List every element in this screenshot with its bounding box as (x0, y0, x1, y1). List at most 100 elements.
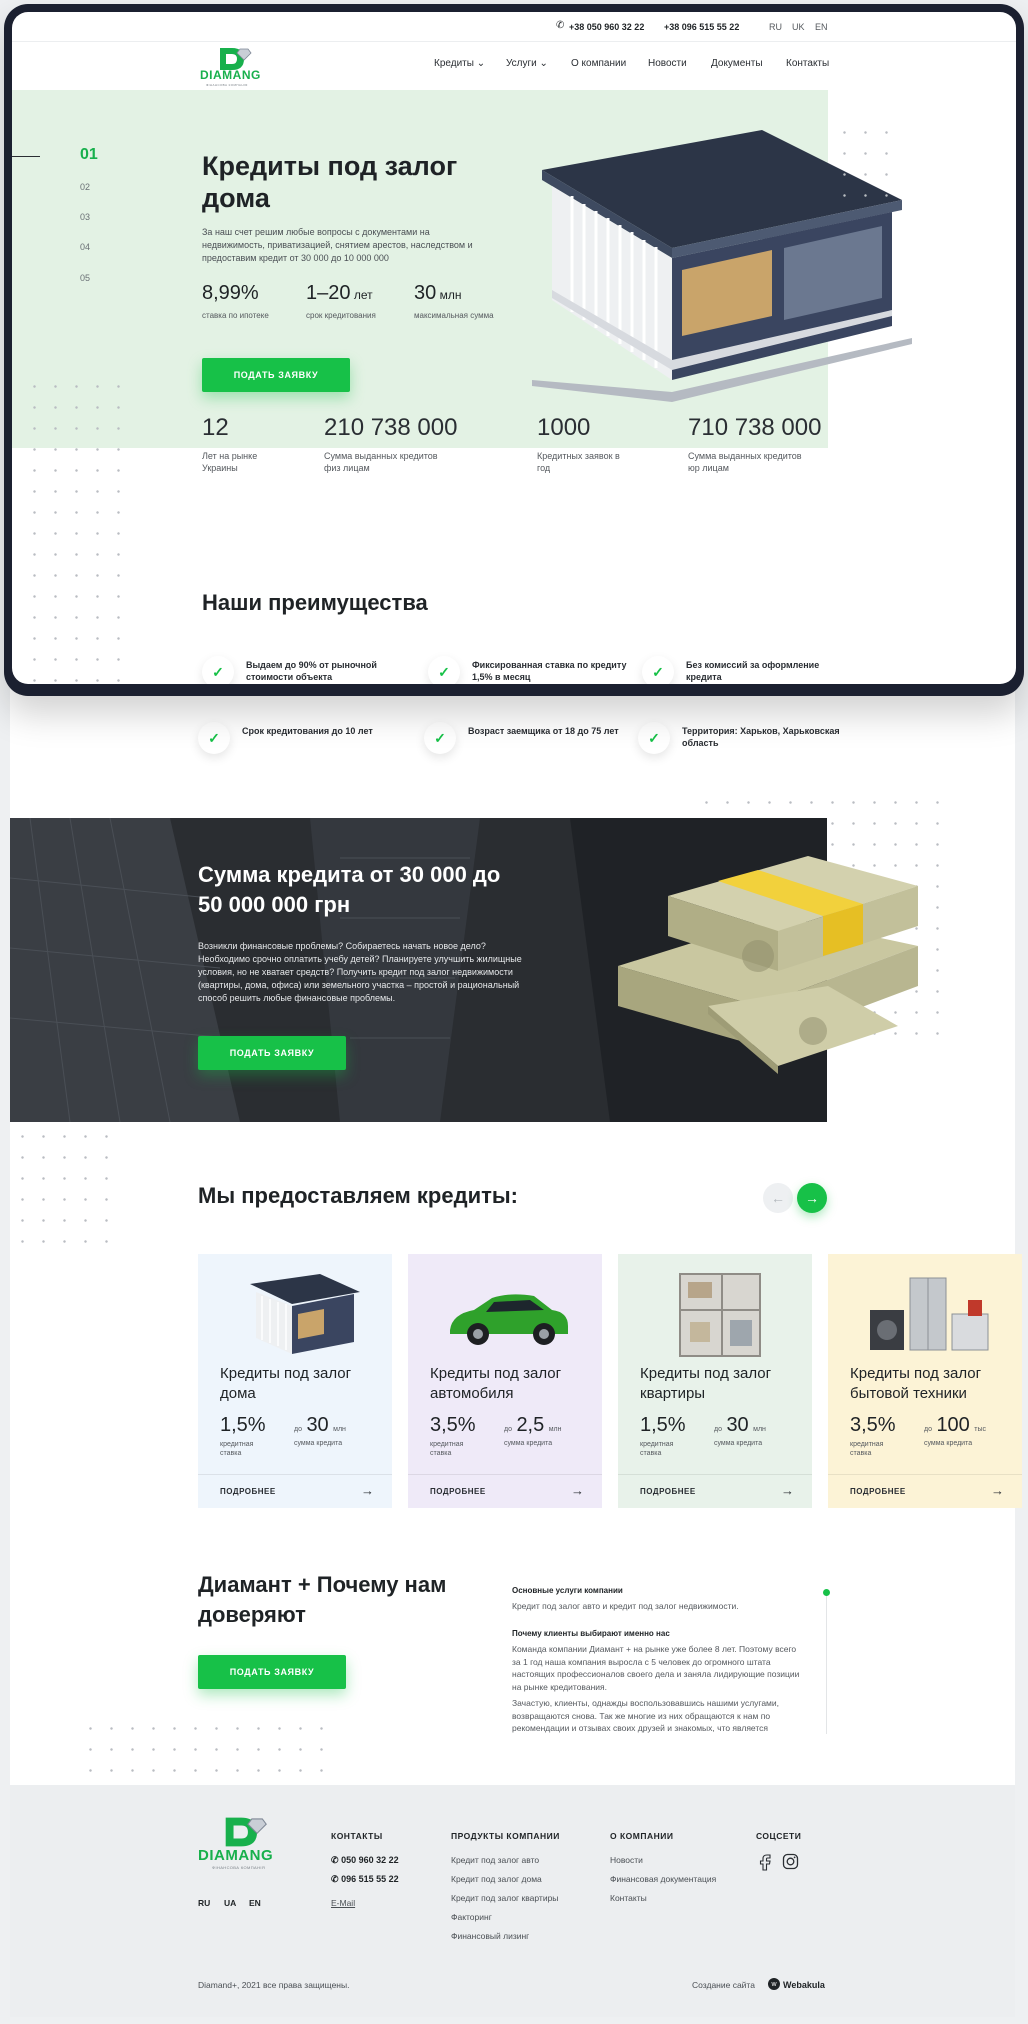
footer-product-link[interactable]: Кредит под залог дома (451, 1874, 542, 1884)
card-title: Кредиты под залог дома (220, 1365, 352, 1402)
card-more-link[interactable]: ПОДРОБНЕЕ → (618, 1474, 812, 1508)
nav-credits[interactable]: Кредиты ⌄ (434, 58, 485, 69)
slide-01[interactable]: 01 (80, 146, 98, 164)
slide-03[interactable]: 03 (80, 212, 90, 222)
footer-about-link[interactable]: Новости (610, 1855, 643, 1865)
slide-02[interactable]: 02 (80, 182, 90, 192)
logo-sub: ФІНАНСОВА КОМПАНІЯ (206, 83, 248, 87)
product-card-appliances[interactable]: Кредиты под залог бытовой техники 3,5% к… (828, 1254, 1022, 1508)
arrow-right-icon: → (991, 1483, 1004, 1498)
arrow-right-icon: → (781, 1483, 794, 1498)
card-title: Кредиты под залог квартиры (640, 1365, 772, 1402)
scroll-track[interactable] (826, 1592, 827, 1734)
phone-icon: ✆ (331, 1874, 339, 1884)
lang-uk[interactable]: UK (792, 22, 805, 32)
stat-individuals: 210 738 000 Сумма выданных кредитов физ … (324, 414, 457, 474)
prev-arrow-button[interactable]: ← (763, 1183, 793, 1213)
chevron-down-icon: ⌄ (476, 58, 486, 69)
hero-stat-rate: 8,99% ставка по ипотеке (202, 282, 269, 320)
phone-icon: ✆ (331, 1855, 339, 1865)
lang-ru[interactable]: RU (769, 22, 782, 32)
hero-stat-sum-value: 30 (414, 282, 437, 304)
stat-individuals-label: Сумма выданных кредитов физ лицам (324, 451, 438, 473)
hero-stat-term-value: 1–20 (306, 282, 351, 304)
product-card-house[interactable]: Кредиты под залог дома 1,5% кредитная ст… (198, 1254, 392, 1508)
nav-about[interactable]: О компании (571, 58, 626, 69)
nav-credits-label: Кредиты (434, 58, 474, 69)
lang-en[interactable]: EN (815, 22, 828, 32)
card-more-link[interactable]: ПОДРОБНЕЕ → (828, 1474, 1022, 1508)
card-sum-unit: тыс (974, 1426, 987, 1433)
stat-individuals-value: 210 738 000 (324, 414, 458, 441)
footer-product-link[interactable]: Кредит под залог квартиры (451, 1893, 558, 1903)
scroll-thumb[interactable] (823, 1589, 830, 1596)
card-more-link[interactable]: ПОДРОБНЕЕ → (198, 1474, 392, 1508)
logo[interactable]: DIAMANG ФІНАНСОВА КОМПАНІЯ (200, 46, 280, 87)
diamond-logo-icon (225, 1817, 267, 1847)
footer-phone-1[interactable]: ✆ 050 960 32 22 (331, 1855, 399, 1866)
advantage-text: Срок кредитования до 10 лет (242, 726, 373, 736)
footer-phone-2[interactable]: ✆ 096 515 55 22 (331, 1874, 399, 1885)
header: DIAMANG ФІНАНСОВА КОМПАНІЯ Кредиты ⌄ Усл… (12, 42, 1016, 90)
footer-phone-1-number: 050 960 32 22 (341, 1855, 399, 1865)
arrow-left-icon: ← (771, 1190, 785, 1206)
card-more-label: ПОДРОБНЕЕ (430, 1487, 486, 1496)
top-phone-1[interactable]: +38 050 960 32 22 (569, 22, 644, 32)
product-card-car[interactable]: Кредиты под залог автомобиля 3,5% кредит… (408, 1254, 602, 1508)
footer-about-link[interactable]: Контакты (610, 1893, 647, 1903)
next-arrow-button[interactable]: → (797, 1183, 827, 1213)
instagram-icon[interactable] (782, 1853, 799, 1870)
about-heading-services: Основные услуги компании (512, 1586, 623, 1595)
facebook-icon[interactable] (758, 1853, 772, 1871)
product-card-apartment[interactable]: Кредиты под залог квартиры 1,5% кредитна… (618, 1254, 812, 1508)
stat-requests-value: 1000 (537, 414, 591, 441)
footer-product-link[interactable]: Финансовый лизинг (451, 1931, 529, 1941)
hero-stat-term-label: срок кредитования (306, 311, 376, 320)
footer-lang-ua[interactable]: UA (224, 1898, 236, 1908)
footer-lang-ru[interactable]: RU (198, 1898, 210, 1908)
apply-button-about[interactable]: ПОДАТЬ ЗАЯВКУ (198, 1655, 346, 1689)
slide-05[interactable]: 05 (80, 273, 90, 283)
apartment-plan-image (679, 1273, 761, 1357)
advantages-title: Наши преимущества (202, 590, 428, 615)
footer-about-link[interactable]: Финансовая документация (610, 1874, 716, 1884)
footer-lang-en[interactable]: EN (249, 1898, 261, 1908)
card-rate: 3,5% (850, 1414, 896, 1436)
footer-studio-link[interactable]: Webakula (783, 1980, 825, 1990)
about-text-clients: Зачастую, клиенты, однажды воспользовавш… (512, 1698, 780, 1733)
footer-social-heading: СОЦСЕТИ (756, 1831, 802, 1841)
footer-about-heading: О КОМПАНИИ (610, 1831, 674, 1841)
footer-logo[interactable]: DIAMANG ФІНАНСОВА КОМПАНІЯ (198, 1815, 298, 1875)
hero-title: Кредиты под залог дома (202, 151, 458, 213)
nav-documents[interactable]: Документы (711, 58, 763, 69)
card-rate-label: кредитная ставка (220, 1441, 254, 1457)
top-phone-2[interactable]: +38 096 515 55 22 (664, 22, 739, 32)
card-more-link[interactable]: ПОДРОБНЕЕ → (408, 1474, 602, 1508)
nav-contacts[interactable]: Контакты (786, 58, 829, 69)
nav-news[interactable]: Новости (648, 58, 687, 69)
banner-description: Возникли финансовые проблемы? Собираетес… (198, 941, 522, 1003)
card-more-label: ПОДРОБНЕЕ (850, 1487, 906, 1496)
advantage-text: Возраст заемщика от 18 до 75 лет (468, 726, 619, 736)
card-rate: 1,5% (220, 1414, 266, 1436)
nav-services[interactable]: Услуги ⌄ (506, 58, 548, 69)
footer-contacts-heading: КОНТАКТЫ (331, 1831, 383, 1841)
check-icon: ✓ (198, 722, 230, 754)
logo-sub: ФІНАНСОВА КОМПАНІЯ (212, 1865, 266, 1870)
arrow-right-icon: → (805, 1190, 819, 1206)
advantage-text: Фиксированная ставка по кредиту 1,5% в м… (472, 660, 627, 682)
card-more-label: ПОДРОБНЕЕ (640, 1487, 696, 1496)
hero-stat-rate-value: 8,99% (202, 282, 259, 304)
about-text-why: Команда компании Диамант + на рынке уже … (512, 1644, 800, 1692)
card-sum-prefix: до (714, 1426, 722, 1433)
card-sum-label: сумма кредита (294, 1440, 343, 1447)
footer-email-link[interactable]: E-Mail (331, 1898, 355, 1908)
card-rate-label: кредитная ставка (430, 1441, 464, 1457)
apply-button-hero[interactable]: ПОДАТЬ ЗАЯВКУ (202, 358, 350, 392)
slide-04[interactable]: 04 (80, 242, 90, 252)
advantage-text: Без комиссий за оформление кредита (686, 660, 820, 682)
apply-button-banner[interactable]: ПОДАТЬ ЗАЯВКУ (198, 1036, 346, 1070)
card-sum: до 30 млн (294, 1414, 346, 1437)
footer-product-link[interactable]: Кредит под залог авто (451, 1855, 539, 1865)
footer-product-link[interactable]: Факторинг (451, 1912, 492, 1922)
